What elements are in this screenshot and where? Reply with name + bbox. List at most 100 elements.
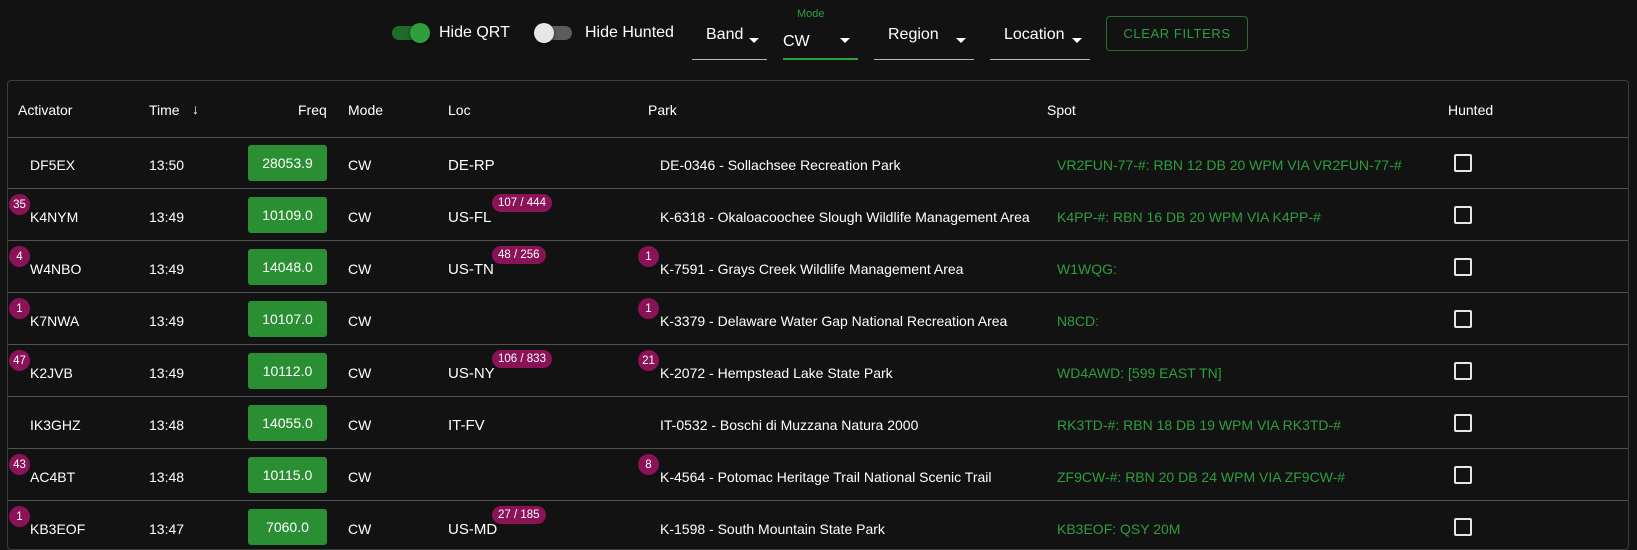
park-name[interactable]: K-6318 - Okaloacoochee Slough Wildlife M…	[660, 209, 1030, 225]
park-name[interactable]: DE-0346 - Sollachsee Recreation Park	[660, 157, 900, 173]
hide-hunted-label: Hide Hunted	[585, 24, 674, 41]
location-progress-badge: 27 / 185	[492, 506, 546, 524]
hunted-checkbox[interactable]	[1454, 154, 1472, 172]
table-row[interactable]: DF5EX 13:50 28053.9 CW DE-RP DE-0346 - Sollac…	[8, 137, 1628, 189]
spot-mode: CW	[348, 313, 372, 329]
frequency-button[interactable]: 10109.0	[248, 197, 327, 233]
spot-mode: CW	[348, 417, 372, 433]
toggle-knob	[410, 23, 430, 43]
frequency-button[interactable]: 7060.0	[248, 509, 327, 545]
column-header-loc[interactable]: Loc	[448, 102, 471, 118]
activator-callsign[interactable]: KB3EOF	[30, 521, 85, 537]
park-name[interactable]: K-3379 - Delaware Water Gap National Rec…	[660, 313, 1007, 329]
activator-callsign[interactable]: AC4BT	[30, 469, 75, 485]
location-progress-badge: 48 / 256	[492, 246, 546, 264]
activator-count-badge: 47	[9, 350, 30, 371]
clear-filters-button[interactable]: CLEAR FILTERS	[1106, 16, 1248, 51]
spot-mode: CW	[348, 261, 372, 277]
frequency-button[interactable]: 10112.0	[248, 353, 327, 389]
spot-location: US-FL	[448, 209, 492, 226]
hide-hunted-toggle[interactable]: Hide Hunted	[534, 21, 679, 45]
chevron-down-icon	[749, 38, 759, 43]
frequency-button[interactable]: 14055.0	[248, 405, 327, 441]
activator-count-badge: 43	[9, 454, 30, 475]
spot-location: IT-FV	[448, 417, 485, 434]
activator-count-badge: 1	[9, 298, 30, 319]
activator-callsign[interactable]: IK3GHZ	[30, 417, 81, 433]
hide-qrt-label: Hide QRT	[439, 24, 510, 41]
park-name[interactable]: K-2072 - Hempstead Lake State Park	[660, 365, 893, 381]
spot-comment: KB3EOF: QSY 20M	[1057, 521, 1181, 537]
table-row[interactable]: 1 K7NWA 13:49 10107.0 CW 1 K-3379 - Delaware W…	[8, 293, 1628, 345]
spot-comment: K4PP-#: RBN 16 DB 20 WPM VIA K4PP-#	[1057, 209, 1321, 225]
spot-time: 13:49	[149, 261, 185, 277]
filter-bar: Hide QRT Hide Hunted Band Mode CW Region…	[0, 0, 1637, 70]
table-row[interactable]: 1 KB3EOF 13:47 7060.0 CW US-MD 27 / 185 K-1598 …	[8, 501, 1628, 549]
table-row[interactable]: IK3GHZ 13:48 14055.0 CW IT-FV IT-0532 - Bosch…	[8, 397, 1628, 449]
spot-mode: CW	[348, 469, 372, 485]
activator-callsign[interactable]: K4NYM	[30, 209, 78, 225]
spot-comment: RK3TD-#: RBN 18 DB 19 WPM VIA RK3TD-#	[1057, 417, 1341, 433]
park-count-badge: 21	[638, 350, 659, 371]
park-count-badge: 1	[638, 298, 659, 319]
column-header-activator[interactable]: Activator	[18, 102, 72, 118]
location-progress-badge: 107 / 444	[492, 194, 552, 212]
frequency-button[interactable]: 14048.0	[248, 249, 327, 285]
frequency-button[interactable]: 28053.9	[248, 145, 327, 181]
spot-comment: WD4AWD: [599 EAST TN]	[1057, 365, 1222, 381]
spot-comment: VR2FUN-77-#: RBN 12 DB 20 WPM VIA VR2FUN…	[1057, 157, 1402, 173]
park-name[interactable]: K-7591 - Grays Creek Wildlife Management…	[660, 261, 963, 277]
spot-comment: W1WQG:	[1057, 261, 1117, 277]
spot-time: 13:50	[149, 157, 185, 173]
region-select[interactable]: Region	[874, 19, 974, 60]
band-select[interactable]: Band	[692, 19, 767, 60]
table-header: Activator Time ↓ Freq Mode Loc Park Spot…	[8, 81, 1628, 138]
frequency-button[interactable]: 10115.0	[248, 457, 327, 493]
spot-mode: CW	[348, 157, 372, 173]
hide-qrt-toggle[interactable]: Hide QRT	[392, 21, 527, 45]
park-name[interactable]: K-4564 - Potomac Heritage Trail National…	[660, 469, 991, 485]
sort-arrow-down-icon[interactable]: ↓	[192, 101, 199, 117]
column-header-park[interactable]: Park	[648, 102, 677, 118]
hunted-checkbox[interactable]	[1454, 258, 1472, 276]
table-row[interactable]: 43 AC4BT 13:48 10115.0 CW 8 K-4564 - Potomac H…	[8, 449, 1628, 501]
hunted-checkbox[interactable]	[1454, 362, 1472, 380]
column-header-freq[interactable]: Freq	[298, 102, 327, 118]
activator-callsign[interactable]: K7NWA	[30, 313, 79, 329]
chevron-down-icon	[1072, 38, 1082, 43]
column-header-spot[interactable]: Spot	[1047, 102, 1076, 118]
spot-time: 13:49	[149, 365, 185, 381]
location-select-value: Location	[1004, 26, 1065, 43]
hunted-checkbox[interactable]	[1454, 206, 1472, 224]
region-select-value: Region	[888, 26, 939, 43]
park-name[interactable]: K-1598 - South Mountain State Park	[660, 521, 885, 537]
spot-mode: CW	[348, 209, 372, 225]
activator-count-badge: 4	[9, 246, 30, 267]
activator-callsign[interactable]: DF5EX	[30, 157, 75, 173]
hunted-checkbox[interactable]	[1454, 310, 1472, 328]
hunted-checkbox[interactable]	[1454, 414, 1472, 432]
spot-time: 13:49	[149, 313, 185, 329]
location-progress-badge: 106 / 833	[492, 350, 552, 368]
spot-location: US-NY	[448, 365, 495, 382]
spot-mode: CW	[348, 365, 372, 381]
frequency-button[interactable]: 10107.0	[248, 301, 327, 337]
hunted-checkbox[interactable]	[1454, 518, 1472, 536]
chevron-down-icon	[956, 38, 966, 43]
hunted-checkbox[interactable]	[1454, 466, 1472, 484]
spot-comment: N8CD:	[1057, 313, 1100, 329]
table-row[interactable]: 35 K4NYM 13:49 10109.0 CW US-FL 107 / 444 K-631…	[8, 189, 1628, 241]
column-header-mode[interactable]: Mode	[348, 102, 383, 118]
mode-select[interactable]: CW	[783, 19, 858, 60]
spots-table: Activator Time ↓ Freq Mode Loc Park Spot…	[7, 80, 1629, 550]
activator-callsign[interactable]: W4NBO	[30, 261, 81, 277]
table-row[interactable]: 4 W4NBO 13:49 14048.0 CW US-TN 48 / 256 1 K-7591…	[8, 241, 1628, 293]
spot-comment: ZF9CW-#: RBN 20 DB 24 WPM VIA ZF9CW-#	[1057, 469, 1346, 485]
park-name[interactable]: IT-0532 - Boschi di Muzzana Natura 2000	[660, 417, 918, 433]
activator-callsign[interactable]: K2JVB	[30, 365, 73, 381]
mode-select-value: CW	[783, 33, 810, 50]
column-header-hunted[interactable]: Hunted	[1448, 102, 1493, 118]
column-header-time[interactable]: Time	[149, 102, 180, 118]
table-row[interactable]: 47 K2JVB 13:49 10112.0 CW US-NY 106 / 833 21 K-2…	[8, 345, 1628, 397]
location-select[interactable]: Location	[990, 19, 1090, 60]
